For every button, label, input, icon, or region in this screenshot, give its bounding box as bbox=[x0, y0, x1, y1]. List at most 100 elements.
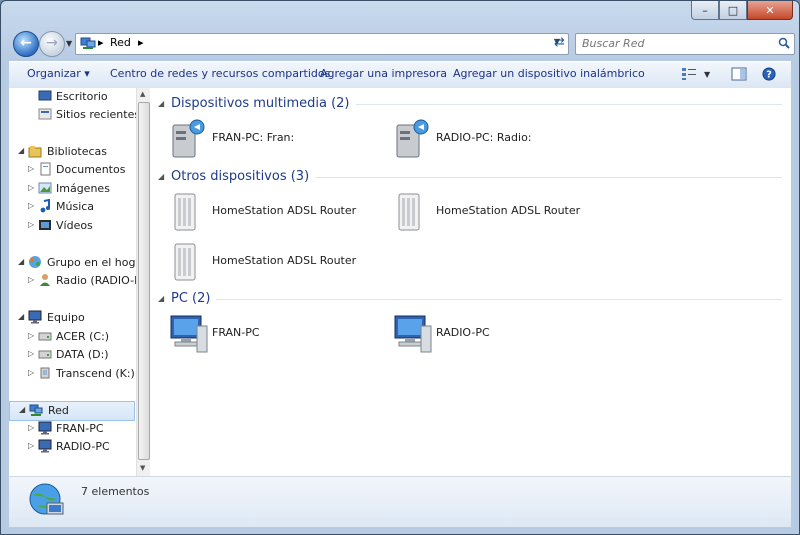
nav-item-label: Escritorio bbox=[56, 90, 108, 103]
search-box[interactable] bbox=[575, 33, 795, 55]
collapse-arrow-icon[interactable]: ◢ bbox=[18, 257, 24, 266]
nav-item-transcend-k[interactable]: ▷ Transcend (K:) bbox=[9, 365, 135, 383]
nav-item-label: FRAN-PC bbox=[56, 422, 104, 435]
nav-item-label: RADIO-PC bbox=[56, 440, 110, 453]
forward-button[interactable]: → bbox=[39, 31, 65, 57]
scroll-thumb[interactable] bbox=[138, 102, 150, 460]
close-button[interactable]: ✕ bbox=[747, 1, 793, 20]
desktop-icon bbox=[38, 90, 52, 101]
expand-arrow-icon[interactable]: ▷ bbox=[28, 275, 34, 284]
nav-item-label: Vídeos bbox=[56, 219, 93, 232]
expand-arrow-icon[interactable]: ▷ bbox=[28, 183, 34, 192]
media-device-icon bbox=[396, 119, 429, 158]
expand-arrow-icon[interactable]: ▷ bbox=[28, 331, 34, 340]
refresh-icon[interactable]: ⇄ bbox=[554, 35, 565, 50]
group-header[interactable]: ◢ Dispositivos multimedia (2) bbox=[158, 96, 782, 112]
drive-icon bbox=[38, 332, 52, 341]
group-divider bbox=[171, 299, 782, 300]
nav-item-label: Transcend (K:) bbox=[56, 367, 135, 380]
collapse-arrow-icon[interactable]: ◢ bbox=[18, 312, 24, 321]
device-tile[interactable]: HomeStation ADSL Router bbox=[391, 190, 601, 234]
group-label: Dispositivos multimedia (2) bbox=[171, 96, 356, 111]
command-bar: Organizar ▾ Centro de redes y recursos c… bbox=[9, 61, 791, 89]
collapse-arrow-icon[interactable]: ◢ bbox=[158, 294, 164, 303]
computer-icon bbox=[28, 310, 42, 324]
add-printer-button[interactable]: Agregar una impresora bbox=[320, 67, 447, 80]
file-list: ◢ Dispositivos multimedia (2) FRAN-PC: Fra… bbox=[150, 88, 791, 476]
collapse-arrow-icon[interactable]: ◢ bbox=[18, 146, 24, 155]
address-separator[interactable]: ▸ bbox=[138, 36, 144, 49]
group-header[interactable]: ◢ Otros dispositivos (3) bbox=[158, 169, 782, 185]
scroll-down-icon[interactable]: ▼ bbox=[140, 464, 145, 472]
explorer-window: – □ ✕ ← → ▼ ▸ Red ▸ ▼ ⇄ Organizar bbox=[0, 0, 800, 535]
nav-item-im-genes[interactable]: ▷ Imágenes bbox=[9, 180, 135, 198]
nav-item-equipo[interactable]: ◢ Equipo bbox=[9, 309, 135, 327]
expand-arrow-icon[interactable]: ▷ bbox=[28, 164, 34, 173]
nav-item-label: Música bbox=[56, 200, 95, 213]
expand-arrow-icon[interactable]: ▷ bbox=[28, 423, 34, 432]
expand-arrow-icon[interactable]: ▷ bbox=[28, 349, 34, 358]
nav-item-label: Grupo en el hogar bbox=[47, 256, 147, 269]
nav-item-red[interactable]: ◢ Red bbox=[9, 401, 135, 421]
device-tile[interactable]: HomeStation ADSL Router bbox=[167, 240, 377, 284]
address-crumb-red[interactable]: Red bbox=[110, 36, 131, 49]
pictures-icon bbox=[38, 182, 52, 194]
back-button[interactable]: ← bbox=[13, 31, 39, 57]
nav-item-radio-pc[interactable]: ▷ RADIO-PC bbox=[9, 438, 135, 456]
nav-item-label: Red bbox=[48, 404, 69, 417]
device-tile[interactable]: FRAN-PC bbox=[167, 312, 377, 356]
device-tile[interactable]: FRAN-PC: Fran: bbox=[167, 117, 377, 161]
maximize-button[interactable]: □ bbox=[719, 1, 747, 20]
view-options-icon[interactable] bbox=[681, 67, 697, 81]
nav-item-v-deos[interactable]: ▷ Vídeos bbox=[9, 217, 135, 235]
add-wireless-device-button[interactable]: Agregar un dispositivo inalámbrico bbox=[453, 67, 645, 80]
address-separator[interactable]: ▸ bbox=[98, 36, 104, 49]
nav-scrollbar[interactable]: ▲ ▼ bbox=[136, 88, 150, 476]
collapse-arrow-icon[interactable]: ◢ bbox=[158, 99, 164, 108]
computer-icon bbox=[38, 439, 52, 453]
nav-item-radio-radio-pc[interactable]: ▷ Radio (RADIO-PC) bbox=[9, 272, 148, 290]
expand-arrow-icon[interactable]: ▷ bbox=[28, 201, 34, 210]
device-tile[interactable]: RADIO-PC bbox=[391, 312, 601, 356]
nav-item-bibliotecas[interactable]: ◢ Bibliotecas bbox=[9, 143, 135, 161]
nav-item-label: Sitios recientes bbox=[56, 108, 141, 121]
search-input[interactable] bbox=[576, 34, 768, 52]
expand-arrow-icon[interactable]: ▷ bbox=[28, 220, 34, 229]
collapse-arrow-icon[interactable]: ◢ bbox=[158, 172, 164, 181]
help-icon[interactable]: ? bbox=[761, 67, 777, 81]
view-dropdown-icon[interactable]: ▼ bbox=[704, 70, 710, 79]
videos-icon bbox=[39, 220, 51, 230]
expand-arrow-icon[interactable]: ▷ bbox=[28, 368, 34, 377]
group-label: Otros dispositivos (3) bbox=[171, 169, 316, 184]
nav-item-label: Bibliotecas bbox=[47, 145, 108, 158]
nav-item-escritorio[interactable]: Escritorio bbox=[9, 88, 135, 106]
scroll-up-icon[interactable]: ▲ bbox=[140, 90, 145, 98]
search-icon[interactable] bbox=[778, 37, 790, 49]
nav-item-grupo-en-el-hogar[interactable]: ◢ Grupo en el hogar bbox=[9, 254, 147, 272]
group-header[interactable]: ◢ PC (2) bbox=[158, 291, 782, 307]
preview-pane-icon[interactable] bbox=[731, 67, 747, 81]
device-tile[interactable]: RADIO-PC: Radio: bbox=[391, 117, 601, 161]
nav-item-acer-c[interactable]: ▷ ACER (C:) bbox=[9, 328, 135, 346]
history-dropdown-icon[interactable]: ▼ bbox=[66, 39, 72, 48]
collapse-arrow-icon[interactable]: ◢ bbox=[19, 405, 25, 414]
network-globe-icon bbox=[29, 483, 64, 515]
device-label: FRAN-PC: Fran: bbox=[212, 131, 295, 144]
nav-item-label: Equipo bbox=[47, 311, 85, 324]
navigation-pane: Escritorio Sitios recientes ◢ Bibliotecas ▷ D… bbox=[9, 88, 149, 476]
nav-item-documentos[interactable]: ▷ Documentos bbox=[9, 161, 135, 179]
network-center-button[interactable]: Centro de redes y recursos compartidos bbox=[110, 67, 330, 80]
nav-item-m-sica[interactable]: ▷ Música bbox=[9, 198, 135, 216]
minimize-button[interactable]: – bbox=[691, 1, 719, 20]
network-computer-icon bbox=[394, 315, 432, 353]
address-bar[interactable]: ▸ Red ▸ ▼ bbox=[75, 33, 569, 55]
device-label: HomeStation ADSL Router bbox=[212, 254, 357, 267]
nav-item-fran-pc[interactable]: ▷ FRAN-PC bbox=[9, 420, 135, 438]
caption-buttons: – □ ✕ bbox=[691, 1, 793, 20]
device-label: HomeStation ADSL Router bbox=[436, 204, 581, 217]
device-tile[interactable]: HomeStation ADSL Router bbox=[167, 190, 377, 234]
expand-arrow-icon[interactable]: ▷ bbox=[28, 441, 34, 450]
nav-item-sitios-recientes[interactable]: Sitios recientes bbox=[9, 106, 140, 124]
nav-item-data-d[interactable]: ▷ DATA (D:) bbox=[9, 346, 135, 364]
organize-button[interactable]: Organizar ▾ bbox=[27, 67, 90, 80]
